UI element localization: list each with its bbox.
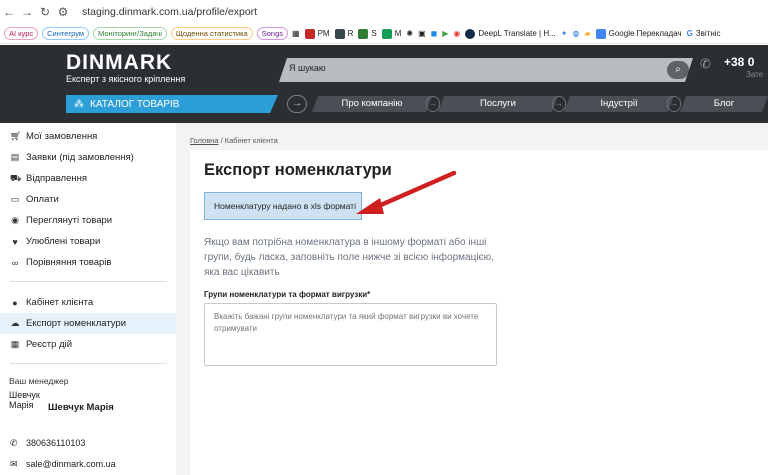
bookmark-monitoring[interactable]: Моніторинг/Задачі [93,27,167,40]
header-phone-sub: Зате [746,70,764,79]
wallet-icon: ▭ [10,194,20,204]
grid-bookmark-icon[interactable]: ▣ [418,29,426,38]
grid-icon: ⁂ [74,98,84,110]
nav-services[interactable]: Послуги [438,96,558,112]
breadcrumb-current: Кабінет клієнта [224,136,278,145]
bookmark-m[interactable]: M [381,28,401,39]
manager-phone[interactable]: 380636110103 [26,438,85,448]
mail-icon: ✉ [10,459,18,469]
folder-bookmark-icon[interactable]: ▰ [584,29,590,38]
sidebar-item-action-log[interactable]: ▦ Реєстр дій [0,334,176,355]
url-text[interactable]: staging.dinmark.com.ua/profile/export [82,6,257,18]
phone-icon: ✆ [10,438,18,448]
search-input[interactable]: Я шукаю [289,63,326,73]
user-icon: ● [12,297,18,308]
catalog-label: КАТАЛОГ ТОВАРІВ [90,98,180,110]
deepl-icon [465,28,476,39]
bookmark-syntegrum[interactable]: Синтегрум [42,27,90,40]
list-icon: ▤ [10,152,20,162]
annotation-arrow-icon [356,170,457,214]
manager-avatar: Шевчук Марія [9,390,40,410]
r-icon [334,28,345,39]
manager-name: Шевчук Марія [48,402,114,413]
bookmark-ai-course[interactable]: AI курс [4,27,39,40]
binoculars-icon: ∞ [11,257,19,268]
breadcrumb: Головна / Кабінет клієнта [190,136,278,145]
nav-separator-icon: → [667,96,681,112]
sidebar-item-viewed[interactable]: ◉ Переглянуті товари [0,210,176,231]
nav-about[interactable]: Про компанію [312,96,432,112]
browser-toolbar: ← → ↻ ⚙ staging.dinmark.com.ua/profile/e… [0,0,768,24]
sidebar-divider [10,281,167,282]
nav-industries[interactable]: Індустрії [564,96,674,112]
site-settings-icon[interactable]: ⚙ [54,5,72,19]
bookmark-reports[interactable]: G Звітніс [687,29,721,38]
nav-blog[interactable]: Блог [680,96,768,112]
sidebar-item-shipments[interactable]: ⛟ Відправлення [0,168,176,189]
chat-bookmark-icon[interactable]: ◼ [431,29,438,38]
main-content: Головна / Кабінет клієнта Експорт номенк… [176,123,768,475]
bookmark-google-translate[interactable]: Google Перекладач [595,28,682,39]
bookmark-daily-stats[interactable]: Щоденна статистика [170,27,253,40]
bookmark-r[interactable]: R [334,28,353,39]
manager-title: Ваш менеджер [9,376,69,386]
bookmark-deepl[interactable]: DeepL Translate | H... [465,28,556,39]
cloud-download-icon: ☁ [10,318,20,328]
nav-separator-icon: → [552,96,566,112]
catalog-button[interactable]: ⁂ КАТАЛОГ ТОВАРІВ [66,95,278,113]
bookmark-pm[interactable]: PM [304,28,330,39]
bookmarks-bar: AI курс Синтегрум Моніторинг/Задачі Щоде… [0,24,768,44]
site-slogan: Експерт з якісного кріплення [66,74,186,84]
phone-icon: ✆ [700,56,711,71]
globe-bookmark-icon[interactable]: ◍ [572,29,579,38]
translate-icon [595,28,606,39]
manager-email[interactable]: sale@dinmark.com.ua [26,459,116,469]
heart-icon: ♥ [12,236,18,247]
pm-icon [304,28,315,39]
eye-icon: ◉ [11,215,19,225]
chatgpt-icon[interactable]: ✺ [406,29,413,38]
arrow-right-icon[interactable]: → [287,95,307,113]
sidebar-item-export[interactable]: ☁ Експорт номенклатури [0,313,176,334]
play-bookmark-icon[interactable]: ▶ [442,29,448,38]
sidebar-item-payments[interactable]: ▭ Оплати [0,189,176,210]
xls-notice[interactable]: Номенклатуру надано в xls форматі [204,192,362,220]
reload-icon[interactable]: ↻ [36,5,54,19]
sidebar-item-compare[interactable]: ∞ Порівняння товарів [0,252,176,273]
site-logo[interactable]: DINMARK [66,51,172,75]
table-icon: ▦ [10,339,20,349]
export-card: Експорт номенклатури Номенклатуру надано… [190,150,768,475]
bookmark-s[interactable]: S [358,28,377,39]
gemini-icon[interactable]: ✦ [561,29,568,38]
groups-textarea[interactable] [204,303,497,366]
google-icon: G [686,29,693,38]
address-bar[interactable]: staging.dinmark.com.ua/profile/export [82,6,257,18]
tasks-bookmark-icon[interactable]: ◉ [453,29,460,38]
apps-grid-icon[interactable]: ▦ [292,29,300,38]
bookmark-songs[interactable]: Songs [256,27,288,40]
forward-icon[interactable]: → [18,5,36,19]
sidebar-item-orders[interactable]: 🛒︎ Мої замовлення [0,126,176,147]
sheets-icon [381,28,392,39]
nav-separator-icon: → [426,96,440,112]
search-icon[interactable]: ⌕ [667,61,689,79]
account-sidebar: 🛒︎ Мої замовлення ▤ Заявки (під замовлення… [0,123,176,475]
back-icon[interactable]: ← [0,5,18,19]
s-icon [358,28,369,39]
sidebar-divider [10,363,167,364]
sidebar-item-requests[interactable]: ▤ Заявки (під замовлення) [0,147,176,168]
sidebar-item-favorites[interactable]: ♥ Улюблені товари [0,231,176,252]
cart-icon: 🛒︎ [10,131,22,141]
sidebar-item-cabinet[interactable]: ● Кабінет клієнта [0,292,176,313]
groups-field-label: Групи номенклатури та формат вигрузки* [204,290,371,299]
header-phone[interactable]: +38 0 [724,55,754,69]
search-bar[interactable]: Я шукаю ⌕ [279,58,693,82]
truck-icon: ⛟ [10,172,22,183]
breadcrumb-home[interactable]: Головна [190,136,219,145]
export-description: Якщо вам потрібна номенклатура в іншому … [204,237,494,278]
